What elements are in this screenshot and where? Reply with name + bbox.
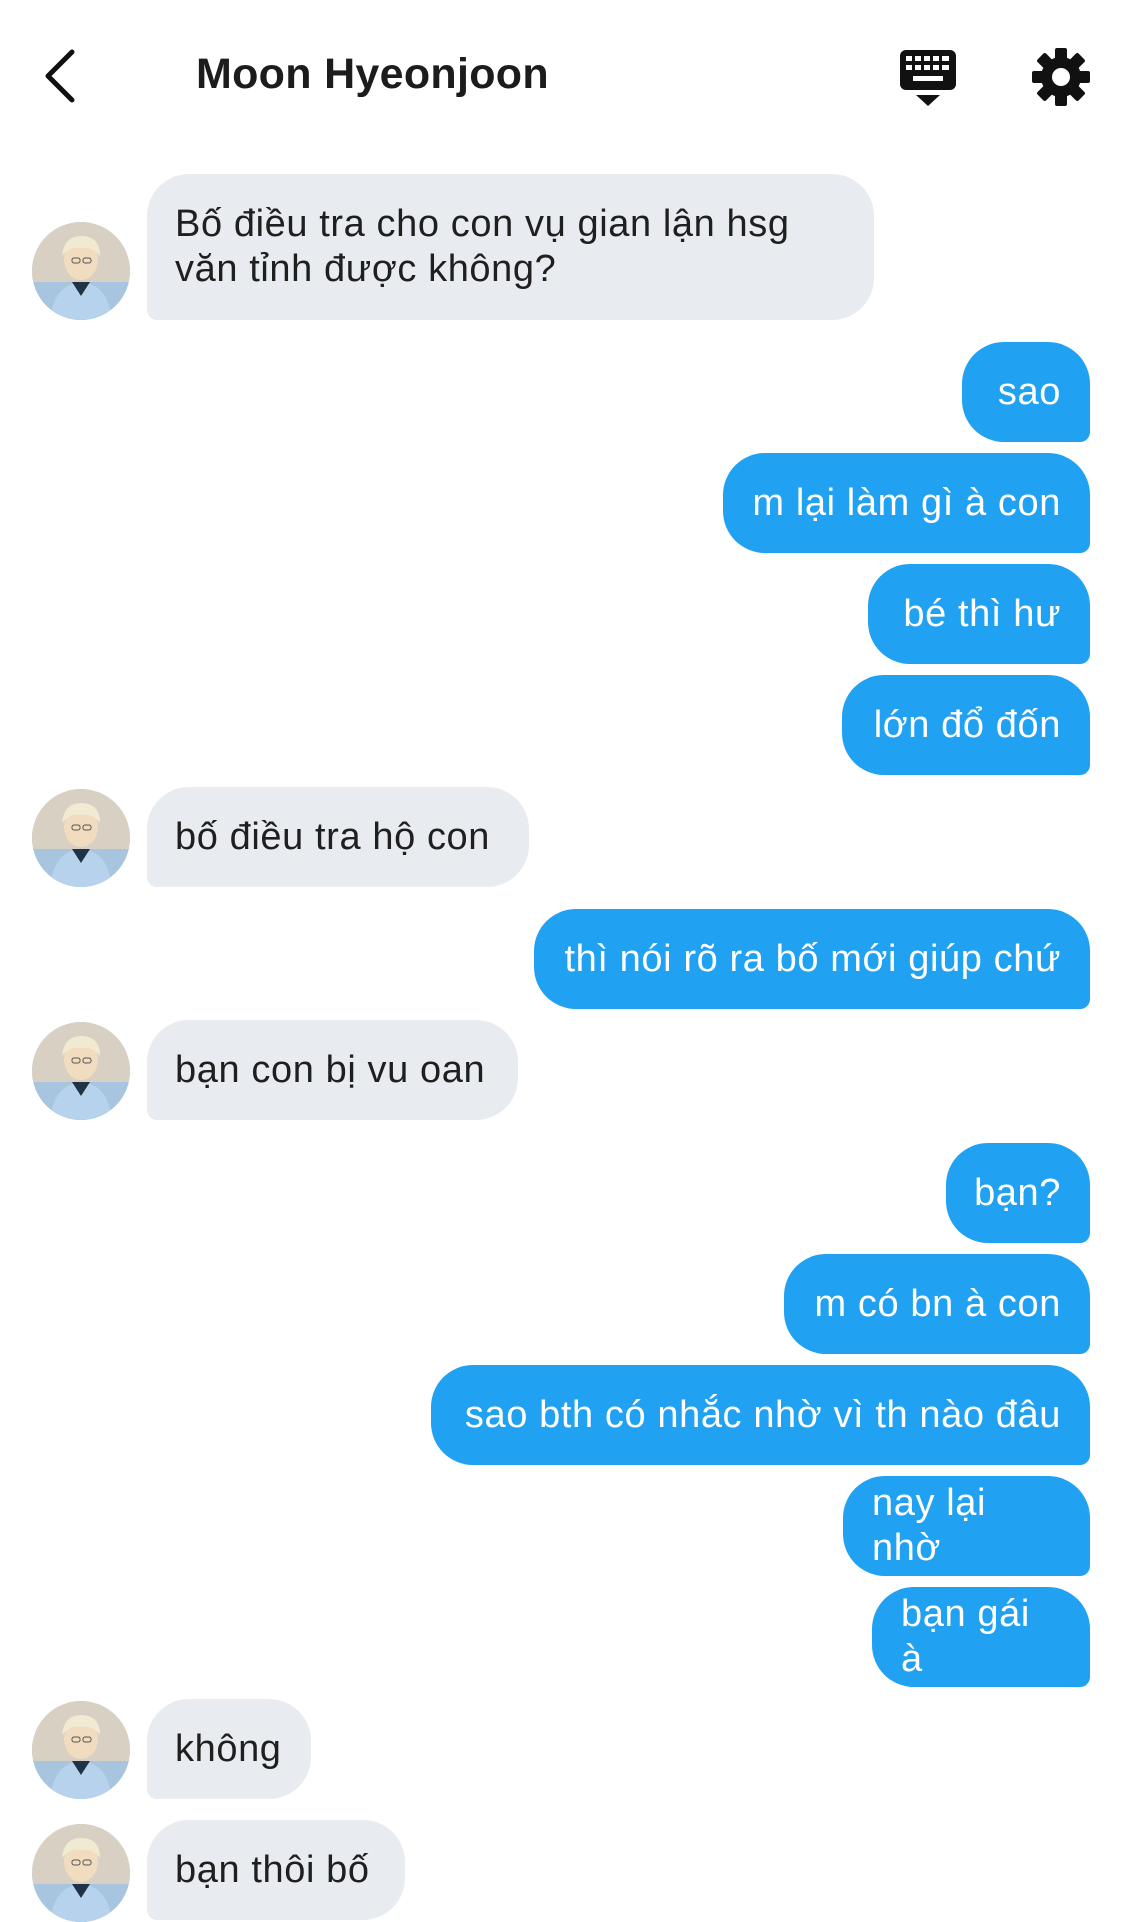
message-text: nay lại nhờ: [872, 1482, 987, 1569]
message-bubble-incoming[interactable]: bố điều tra hộ con: [147, 787, 529, 887]
back-button[interactable]: [30, 38, 90, 114]
message-bubble-outgoing[interactable]: thì nói rõ ra bố mới giúp chứ: [534, 909, 1090, 1009]
message-bubble-incoming[interactable]: không: [147, 1699, 311, 1799]
message-text: m có bn à con: [814, 1282, 1061, 1325]
settings-button[interactable]: [1030, 46, 1092, 108]
message-text: sao: [997, 370, 1061, 413]
message-text: Bố điều tra cho con vụ gian lận hsg văn …: [175, 203, 790, 290]
message-bubble-outgoing[interactable]: m lại làm gì à con: [723, 453, 1090, 553]
message-text: bé thì hư: [903, 592, 1061, 635]
keyboard-icon: [900, 50, 956, 106]
message-text: thì nói rõ ra bố mới giúp chứ: [564, 937, 1061, 980]
message-text: sao bth có nhắc nhờ vì th nào đâu: [464, 1393, 1061, 1436]
message-bubble-outgoing[interactable]: bạn?: [946, 1143, 1090, 1243]
chat-header: Moon Hyeonjoon: [0, 0, 1124, 150]
message-bubble-outgoing[interactable]: sao bth có nhắc nhờ vì th nào đâu: [431, 1365, 1090, 1465]
message-bubble-outgoing[interactable]: m có bn à con: [784, 1254, 1090, 1354]
contact-avatar[interactable]: [32, 222, 130, 320]
message-text: m lại làm gì à con: [752, 481, 1061, 524]
message-bubble-outgoing[interactable]: bạn gái à: [872, 1587, 1090, 1687]
contact-avatar[interactable]: [32, 789, 130, 887]
message-bubble-outgoing[interactable]: lớn đổ đốn: [842, 675, 1090, 775]
message-text: lớn đổ đốn: [873, 703, 1061, 746]
message-text: bạn?: [974, 1171, 1061, 1214]
message-bubble-outgoing[interactable]: bé thì hư: [868, 564, 1090, 664]
contact-avatar[interactable]: [32, 1701, 130, 1799]
message-text: bố điều tra hộ con: [175, 815, 491, 858]
message-text: bạn thôi bố: [175, 1848, 370, 1891]
gear-icon: [1032, 48, 1090, 106]
keyboard-button[interactable]: [896, 46, 960, 110]
contact-avatar[interactable]: [32, 1824, 130, 1922]
message-bubble-outgoing[interactable]: nay lại nhờ: [843, 1476, 1090, 1576]
message-text: bạn con bị vu oan: [175, 1048, 486, 1091]
message-text: không: [175, 1727, 282, 1770]
message-bubble-incoming[interactable]: bạn con bị vu oan: [147, 1020, 518, 1120]
message-bubble-incoming[interactable]: bạn thôi bố: [147, 1820, 405, 1920]
contact-avatar[interactable]: [32, 1022, 130, 1120]
message-bubble-outgoing[interactable]: sao: [962, 342, 1090, 442]
chevron-left-icon: [45, 49, 75, 103]
message-text: bạn gái à: [901, 1593, 1030, 1680]
message-bubble-incoming[interactable]: Bố điều tra cho con vụ gian lận hsg văn …: [147, 174, 874, 320]
contact-name[interactable]: Moon Hyeonjoon: [196, 50, 549, 99]
